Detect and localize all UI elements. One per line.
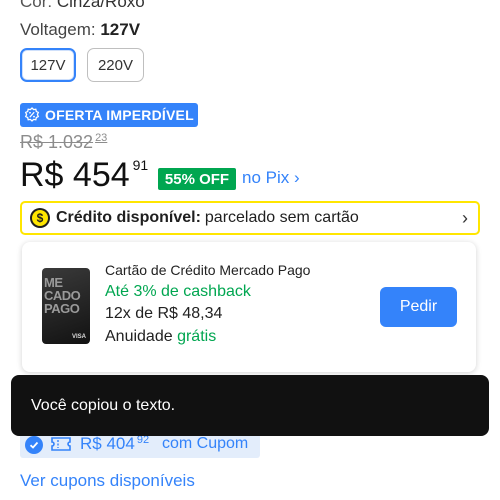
credit-title: Crédito disponível:	[56, 209, 201, 226]
coupon-price-integer: R$ 404	[80, 434, 135, 453]
current-price: R$ 454 91	[20, 156, 148, 195]
offer-badge-label: OFERTA IMPERDÍVEL	[45, 107, 194, 123]
card-offer-title: Cartão de Crédito Mercado Pago	[105, 262, 311, 278]
voltage-selected-value: 127V	[100, 20, 141, 39]
chevron-right-icon: ›	[462, 208, 468, 228]
color-value: Cinza/Roxo	[56, 0, 145, 11]
credit-card-image: ME CADO PAGO VISA	[42, 268, 90, 344]
card-offer-annual-fee: Anuidade grátis	[105, 328, 216, 346]
coupon-price: R$ 404 92	[80, 434, 149, 454]
voltage-option-220v[interactable]: 220V	[87, 48, 144, 82]
ticket-icon	[50, 436, 72, 452]
offer-badge: OFERTA IMPERDÍVEL	[20, 103, 198, 127]
coupon-label: com Cupom	[162, 435, 249, 452]
old-price-cents: 23	[95, 132, 108, 144]
old-price: R$ 1.032 23	[20, 132, 107, 153]
coin-symbol: $	[32, 210, 48, 226]
check-icon	[25, 436, 43, 454]
voltage-heading: Voltagem: 127V	[20, 20, 140, 40]
voltage-label: Voltagem:	[20, 20, 96, 39]
coin-icon: $	[30, 208, 50, 228]
credit-available-banner[interactable]: $ Crédito disponível: parcelado sem cart…	[20, 201, 480, 235]
pix-link[interactable]: no Pix ›	[242, 168, 300, 188]
card-brand: VISA	[71, 334, 86, 340]
gear-badge-icon	[24, 107, 40, 123]
card-art-text: ME CADO PAGO	[44, 275, 81, 316]
color-line: Cor: Cinza/Roxo	[20, 0, 145, 12]
discount-badge: 55% OFF	[158, 168, 236, 190]
credit-subtitle: parcelado sem cartão	[204, 209, 359, 226]
view-coupons-link[interactable]: Ver cupons disponíveis	[20, 471, 195, 491]
current-price-cents: 91	[132, 157, 149, 173]
request-card-button[interactable]: Pedir	[380, 287, 457, 327]
annual-fee-label: Anuidade	[105, 328, 173, 345]
copied-toast: Você copiou o texto.	[11, 375, 489, 436]
color-label: Cor:	[20, 0, 53, 11]
card-offer-cashback: Até 3% de cashback	[105, 283, 251, 300]
credit-card-offer: ME CADO PAGO VISA Cartão de Crédito Mercad…	[22, 242, 476, 372]
voltage-option-127v[interactable]: 127V	[20, 48, 76, 82]
card-offer-installments: 12x de R$ 48,34	[105, 305, 223, 322]
current-price-integer: R$ 454	[20, 156, 130, 194]
old-price-integer: R$ 1.032	[20, 132, 94, 152]
annual-fee-value: grátis	[177, 328, 217, 345]
